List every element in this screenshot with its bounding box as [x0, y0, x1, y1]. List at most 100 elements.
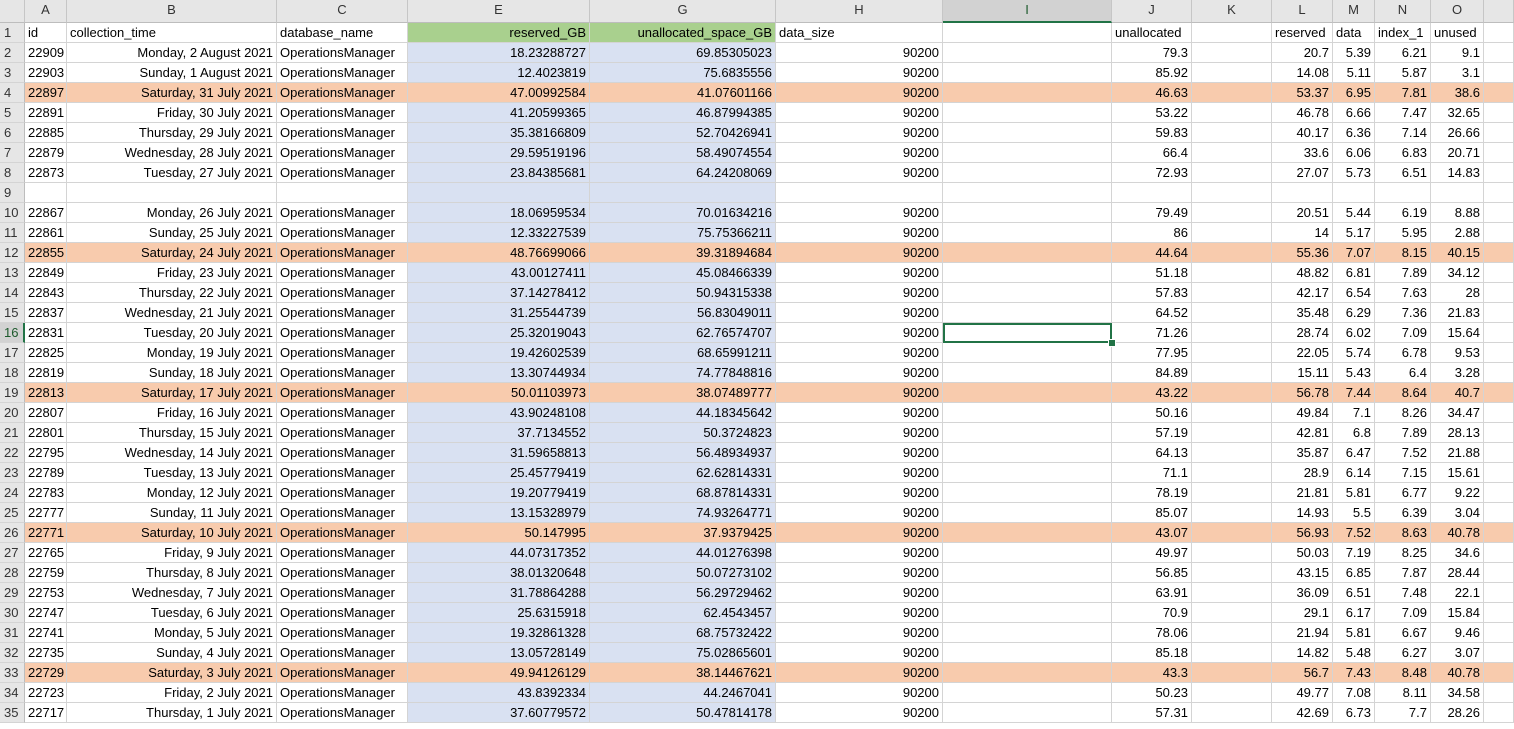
cell-unallocated-space-gb[interactable]: 69.85305023: [590, 43, 776, 63]
cell-collection-time[interactable]: Tuesday, 20 July 2021: [67, 323, 277, 343]
cell-database-name[interactable]: OperationsManager: [277, 403, 408, 423]
row-number[interactable]: 27: [0, 543, 25, 563]
cell-unused[interactable]: 15.61: [1431, 463, 1484, 483]
cell-reserved-gb[interactable]: 50.147995: [408, 523, 590, 543]
cell-database-name[interactable]: OperationsManager: [277, 423, 408, 443]
cell-empty[interactable]: [1192, 463, 1272, 483]
cell-reserved-gb[interactable]: 50.01103973: [408, 383, 590, 403]
cell-unallocated[interactable]: 50.16: [1112, 403, 1192, 423]
cell-unallocated[interactable]: 71.26: [1112, 323, 1192, 343]
cell-unused[interactable]: 20.71: [1431, 143, 1484, 163]
cell-empty[interactable]: [1192, 703, 1272, 723]
row-number[interactable]: 28: [0, 563, 25, 583]
cell-id[interactable]: 22729: [25, 663, 67, 683]
row-number[interactable]: 34: [0, 683, 25, 703]
cell-empty[interactable]: [943, 483, 1112, 503]
cell-empty[interactable]: [943, 403, 1112, 423]
cell-reserved[interactable]: 49.84: [1272, 403, 1333, 423]
cell-database-name[interactable]: [277, 183, 408, 203]
cell-reserved[interactable]: 53.37: [1272, 83, 1333, 103]
cell-empty[interactable]: [1192, 643, 1272, 663]
cell-database-name[interactable]: OperationsManager: [277, 323, 408, 343]
cell-database-name[interactable]: OperationsManager: [277, 703, 408, 723]
row-number[interactable]: 2: [0, 43, 25, 63]
cell-reserved[interactable]: 29.1: [1272, 603, 1333, 623]
cell-reserved[interactable]: 36.09: [1272, 583, 1333, 603]
cell-reserved-gb[interactable]: 44.07317352: [408, 543, 590, 563]
cell-reserved[interactable]: 14: [1272, 223, 1333, 243]
cell-collection-time[interactable]: Monday, 2 August 2021: [67, 43, 277, 63]
cell-database-name[interactable]: OperationsManager: [277, 163, 408, 183]
row-number[interactable]: 14: [0, 283, 25, 303]
cell-data[interactable]: 7.1: [1333, 403, 1375, 423]
cell-reserved[interactable]: 46.78: [1272, 103, 1333, 123]
cell-collection-time[interactable]: Sunday, 25 July 2021: [67, 223, 277, 243]
row-number[interactable]: 5: [0, 103, 25, 123]
cell-database-name[interactable]: OperationsManager: [277, 683, 408, 703]
cell-empty[interactable]: [1484, 63, 1514, 83]
cell-reserved[interactable]: 40.17: [1272, 123, 1333, 143]
cell-index-1[interactable]: 8.48: [1375, 663, 1431, 683]
cell-id[interactable]: 22885: [25, 123, 67, 143]
cell-unallocated-space-gb[interactable]: 50.47814178: [590, 703, 776, 723]
column-header-i[interactable]: I: [943, 0, 1112, 23]
cell-unallocated[interactable]: 63.91: [1112, 583, 1192, 603]
cell-collection-time[interactable]: Friday, 9 July 2021: [67, 543, 277, 563]
cell-data[interactable]: 7.43: [1333, 663, 1375, 683]
cell-index-1[interactable]: 7.48: [1375, 583, 1431, 603]
cell-empty[interactable]: [1192, 223, 1272, 243]
cell-database-name[interactable]: OperationsManager: [277, 343, 408, 363]
cell-reserved[interactable]: 28.74: [1272, 323, 1333, 343]
cell-unused[interactable]: 9.53: [1431, 343, 1484, 363]
cell-index-1[interactable]: 7.09: [1375, 603, 1431, 623]
cell-empty[interactable]: [1484, 103, 1514, 123]
cell-empty[interactable]: [1484, 523, 1514, 543]
cell-id[interactable]: 22723: [25, 683, 67, 703]
cell-reserved-gb[interactable]: 18.06959534: [408, 203, 590, 223]
cell-empty[interactable]: [1484, 463, 1514, 483]
cell-index-1[interactable]: 7.89: [1375, 423, 1431, 443]
cell-unused[interactable]: 9.22: [1431, 483, 1484, 503]
cell-unallocated[interactable]: 49.97: [1112, 543, 1192, 563]
cell-unallocated-space-gb[interactable]: 39.31894684: [590, 243, 776, 263]
cell-unallocated[interactable]: 59.83: [1112, 123, 1192, 143]
cell-unused[interactable]: 40.15: [1431, 243, 1484, 263]
cell-empty[interactable]: [1484, 43, 1514, 63]
cell-reserved[interactable]: 55.36: [1272, 243, 1333, 263]
cell-database-name[interactable]: OperationsManager: [277, 623, 408, 643]
cell-collection-time[interactable]: Saturday, 24 July 2021: [67, 243, 277, 263]
row-number[interactable]: 8: [0, 163, 25, 183]
cell-data[interactable]: 5.81: [1333, 623, 1375, 643]
cell-unused[interactable]: 38.6: [1431, 83, 1484, 103]
cell-reserved-gb[interactable]: 31.78864288: [408, 583, 590, 603]
row-number[interactable]: 3: [0, 63, 25, 83]
cell-database-name[interactable]: OperationsManager: [277, 283, 408, 303]
cell-unused[interactable]: 32.65: [1431, 103, 1484, 123]
row-number[interactable]: 12: [0, 243, 25, 263]
cell-empty[interactable]: [1484, 703, 1514, 723]
cell-reserved-gb[interactable]: 41.20599365: [408, 103, 590, 123]
cell-empty[interactable]: [1484, 163, 1514, 183]
cell-reserved-gb[interactable]: 29.59519196: [408, 143, 590, 163]
cell-data[interactable]: 6.29: [1333, 303, 1375, 323]
header-empty[interactable]: [1192, 23, 1272, 43]
row-number[interactable]: 30: [0, 603, 25, 623]
cell-data[interactable]: 6.14: [1333, 463, 1375, 483]
cell-index-1[interactable]: 6.39: [1375, 503, 1431, 523]
column-header-e[interactable]: E: [408, 0, 590, 23]
cell-data[interactable]: 6.85: [1333, 563, 1375, 583]
cell-collection-time[interactable]: Saturday, 17 July 2021: [67, 383, 277, 403]
cell-unallocated-space-gb[interactable]: 75.02865601: [590, 643, 776, 663]
cell-reserved[interactable]: 14.82: [1272, 643, 1333, 663]
cell-collection-time[interactable]: Thursday, 1 July 2021: [67, 703, 277, 723]
cell-collection-time[interactable]: Tuesday, 13 July 2021: [67, 463, 277, 483]
cell-unallocated-space-gb[interactable]: 74.77848816: [590, 363, 776, 383]
cell-id[interactable]: 22717: [25, 703, 67, 723]
cell-empty[interactable]: [1484, 643, 1514, 663]
cell-empty[interactable]: [1192, 503, 1272, 523]
cell-empty[interactable]: [943, 423, 1112, 443]
cell-empty[interactable]: [943, 583, 1112, 603]
cell-reserved[interactable]: 56.7: [1272, 663, 1333, 683]
cell-empty[interactable]: [943, 83, 1112, 103]
cell-unallocated[interactable]: 43.3: [1112, 663, 1192, 683]
